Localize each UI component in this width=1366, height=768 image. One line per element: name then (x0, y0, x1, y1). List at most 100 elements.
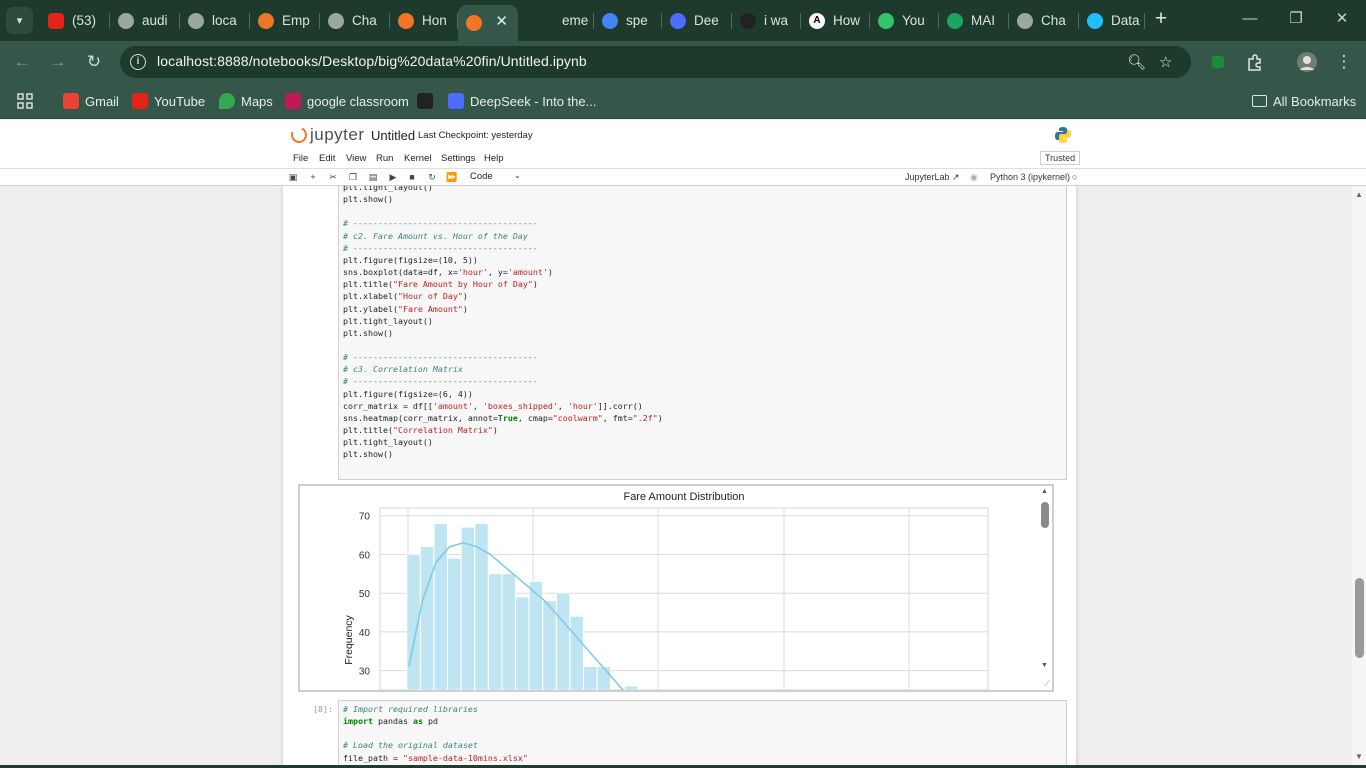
browser-tab[interactable]: Cha (320, 5, 390, 36)
deepseek-icon (670, 12, 686, 29)
bookmark-item[interactable]: Gmail (63, 92, 119, 110)
scroll-up-icon[interactable]: ▲ (1041, 488, 1048, 495)
cell-type-select[interactable]: Code (470, 171, 493, 182)
profile-avatar[interactable] (1297, 52, 1317, 72)
y-axis-label: Frequency (343, 614, 355, 664)
code-line: sns.heatmap(corr_matrix, annot=True, cma… (343, 412, 663, 423)
copy-icon[interactable]: ❐ (347, 171, 359, 183)
all-bookmarks[interactable]: All Bookmarks (1252, 92, 1356, 110)
jupyterlab-link[interactable]: JupyterLab ↗ (905, 172, 960, 183)
close-tab-icon[interactable]: ✕ (495, 12, 508, 30)
output-area[interactable]: 30 40 50 60 70 Fare Amount Distribution Freque… (298, 484, 1054, 692)
histogram-bar (474, 523, 489, 690)
run-icon[interactable]: ▶ (387, 171, 399, 183)
back-icon[interactable]: ← (10, 50, 34, 74)
extensions-puzzle-icon[interactable] (1245, 53, 1263, 71)
menu-kernel[interactable]: Kernel (404, 153, 431, 164)
jupyter-logo[interactable]: jupyter (288, 124, 365, 146)
external-link-icon: ↗ (952, 172, 960, 182)
restore-icon[interactable]: ❐ (1285, 8, 1307, 30)
menu-file[interactable]: File (293, 153, 308, 164)
bookmark-item[interactable]: DeepSeek - Into the... (448, 92, 596, 110)
cut-icon[interactable]: ✂ (327, 171, 339, 183)
menu-view[interactable]: View (346, 153, 366, 164)
browser-tab[interactable]: MAI (939, 5, 1009, 36)
browser-tab[interactable]: Hon (390, 5, 458, 36)
scroll-up-icon[interactable]: ▲ (1355, 190, 1363, 199)
stop-icon[interactable]: ■ (406, 171, 418, 183)
browser-tab[interactable]: Data (1079, 5, 1145, 36)
address-bar[interactable]: i localhost:8888/notebooks/Desktop/big%2… (120, 46, 1191, 78)
browser-tab[interactable]: A How (801, 5, 870, 36)
kernel-name[interactable]: Python 3 (ipykernel) (990, 172, 1070, 182)
resize-handle-icon[interactable]: ⟋ (1044, 679, 1050, 689)
browser-tab[interactable]: ✕ (458, 5, 518, 41)
code-line: plt.figure(figsize=(6, 4)) (343, 388, 473, 399)
menu-settings[interactable]: Settings (441, 153, 475, 164)
page-scrollbar[interactable]: ▲ ▼ (1352, 186, 1366, 768)
extension-icon[interactable] (1209, 53, 1227, 71)
close-window-icon[interactable]: ✕ (1331, 8, 1353, 30)
save-icon[interactable]: ▣ (287, 171, 299, 183)
globe-icon (118, 12, 134, 29)
browser-tab[interactable]: spe (594, 5, 662, 36)
bookmark-item[interactable] (417, 92, 439, 110)
code-line: # ------------------------------------- (343, 242, 538, 253)
restart-run-all-icon[interactable]: ⏩ (446, 171, 458, 183)
menu-edit[interactable]: Edit (319, 153, 335, 164)
tab-search-button[interactable]: ▾ (6, 7, 33, 34)
reload-icon[interactable]: ↻ (82, 50, 106, 74)
apps-grid-icon[interactable] (17, 92, 33, 110)
browser-tab[interactable]: (53) (40, 5, 110, 36)
youtube-icon (48, 12, 64, 29)
paste-icon[interactable]: ▤ (367, 171, 379, 183)
code-cell-input[interactable]: plt.tight_layout() plt.show() # ----------… (338, 186, 1067, 480)
scroll-down-icon[interactable]: ▼ (1041, 662, 1048, 669)
sheets-icon (947, 12, 963, 29)
trusted-badge[interactable]: Trusted (1040, 151, 1081, 165)
form-icon (878, 12, 894, 29)
insert-cell-icon[interactable]: + (307, 171, 319, 183)
scroll-down-icon[interactable]: ▼ (1355, 752, 1363, 761)
code-cell-input[interactable]: # Import required libraries import pandas… (338, 700, 1067, 768)
browser-tab[interactable]: Emp (250, 5, 320, 36)
histogram-bar (597, 666, 611, 690)
chevron-down-icon[interactable]: ⌄ (514, 171, 521, 180)
browser-tab[interactable]: i wa (732, 5, 801, 36)
output-scrollbar[interactable]: ▲ ▼ (1038, 486, 1052, 690)
code-line: plt.xlabel("Hour of Day") (343, 291, 468, 302)
browser-tab[interactable]: eme (530, 5, 594, 36)
menu-run[interactable]: Run (376, 153, 393, 164)
code-line: plt.show() (343, 449, 393, 460)
browser-tab[interactable]: Cha (1009, 5, 1079, 36)
minimize-icon[interactable]: — (1239, 8, 1261, 30)
bookmark-star-icon[interactable]: ☆ (1159, 53, 1172, 71)
tab-title: audi (142, 13, 168, 28)
scroll-thumb[interactable] (1041, 502, 1049, 528)
classroom-icon (285, 93, 301, 109)
menu-help[interactable]: Help (484, 153, 504, 164)
bookmarks-bar: Gmail YouTube Maps google classroom DeepSeek… (0, 83, 1366, 119)
page-scroll-thumb[interactable] (1355, 578, 1364, 658)
browser-tab[interactable]: loca (180, 5, 250, 36)
notebook-title[interactable]: Untitled (371, 128, 415, 143)
debugger-icon[interactable]: ◉ (970, 172, 978, 183)
zoom-icon[interactable]: 🔍︎ (1127, 53, 1146, 71)
histogram-bar (542, 600, 557, 690)
tab-title: Hon (422, 13, 447, 28)
gmail-icon (63, 93, 79, 109)
url-text[interactable]: localhost:8888/notebooks/Desktop/big%20d… (157, 53, 587, 69)
browser-tab[interactable]: You (870, 5, 939, 36)
site-info-icon[interactable]: i (130, 54, 146, 70)
bookmark-item[interactable]: YouTube (132, 92, 205, 110)
menu-kebab-icon[interactable]: ⋮ (1332, 50, 1356, 74)
browser-tab[interactable]: Dee (662, 5, 732, 36)
restart-icon[interactable]: ↻ (426, 171, 438, 183)
bookmark-item[interactable]: Maps (219, 92, 273, 110)
new-tab-button[interactable]: + (1150, 8, 1172, 30)
code-line: plt.ylabel("Fare Amount") (343, 303, 468, 314)
openai-icon (1017, 12, 1033, 29)
forward-icon[interactable]: → (46, 50, 70, 74)
bookmark-item[interactable]: google classroom (285, 92, 409, 110)
browser-tab[interactable]: audi (110, 5, 180, 36)
